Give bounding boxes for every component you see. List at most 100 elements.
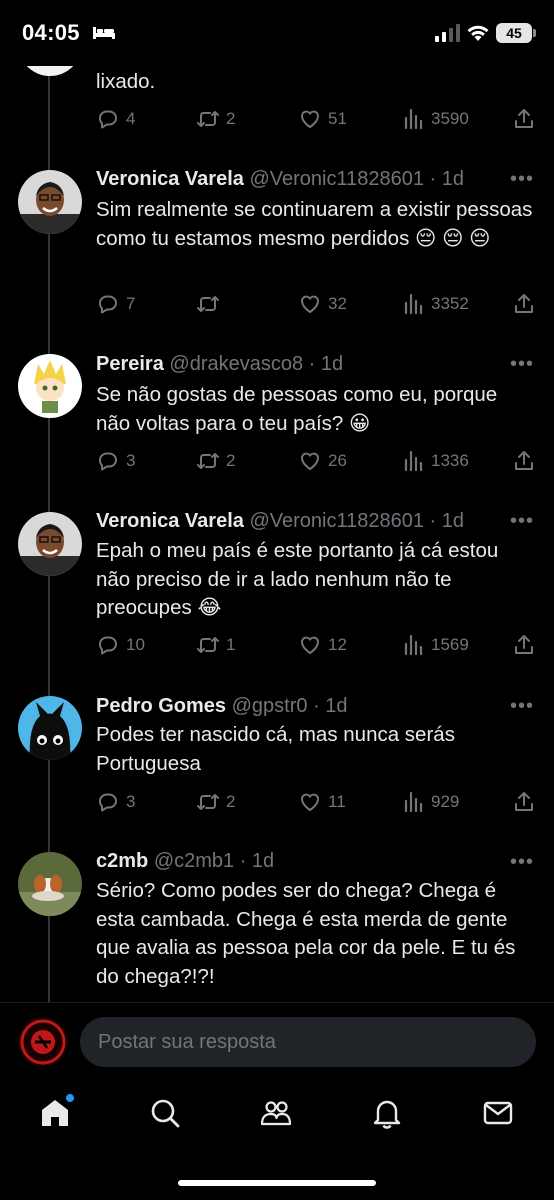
views-icon [404, 634, 423, 656]
more-options-icon[interactable]: ••• [510, 696, 536, 716]
views-icon [404, 450, 423, 472]
retweet-button[interactable]: 2 [196, 789, 235, 815]
handle[interactable]: @Veronic11828601 [249, 510, 424, 532]
share-button[interactable] [512, 632, 536, 658]
reply-button[interactable]: 3 [96, 448, 135, 474]
handle[interactable]: @c2mb1 [154, 850, 234, 872]
views-button[interactable]: 1569 [401, 632, 469, 658]
handle[interactable]: @gpstr0 [232, 695, 308, 717]
like-count: 26 [328, 451, 347, 470]
cellular-signal-icon [435, 24, 460, 42]
battery-indicator: 45 [496, 23, 536, 43]
share-icon [515, 792, 533, 811]
home-indicator[interactable] [178, 1180, 376, 1186]
more-options-icon[interactable]: ••• [510, 169, 536, 189]
reply-composer [0, 1002, 554, 1082]
views-button[interactable]: 3590 [401, 106, 469, 132]
avatar[interactable] [18, 696, 82, 760]
reply-icon [98, 636, 117, 655]
heart-icon [301, 636, 319, 654]
emoji: 😔 😔 😔 [415, 226, 491, 250]
like-button[interactable]: 51 [298, 106, 347, 132]
handle[interactable]: @drakevasco8 [169, 353, 303, 375]
reply-icon [98, 295, 117, 314]
retweet-button[interactable]: 1 [196, 632, 235, 658]
share-button[interactable] [512, 291, 536, 317]
tweet-text: Se não gostas de pessoas como eu, porque… [96, 381, 536, 438]
retweet-button[interactable]: 2 [196, 106, 235, 132]
nav-search[interactable] [148, 1096, 182, 1130]
like-button[interactable]: 32 [298, 291, 347, 317]
retweet-icon [197, 111, 219, 127]
nav-notifications[interactable] [370, 1096, 404, 1130]
notifications-icon [373, 1100, 401, 1129]
reply-icon [98, 452, 117, 471]
reply-button[interactable]: 4 [96, 106, 135, 132]
view-count: 3352 [431, 294, 469, 313]
like-count: 11 [328, 792, 346, 811]
reply-input[interactable] [80, 1017, 536, 1067]
share-button[interactable] [512, 448, 536, 474]
tweet-text: lixado. [96, 70, 156, 93]
wifi-icon [467, 25, 489, 41]
share-button[interactable] [512, 106, 536, 132]
heart-icon [301, 452, 319, 470]
tweet-header: Veronica Varela @Veronic11828601 · 1d [96, 166, 464, 192]
avatar[interactable] [18, 354, 82, 418]
like-count: 12 [328, 635, 347, 654]
more-options-icon[interactable]: ••• [510, 511, 536, 531]
more-options-icon[interactable]: ••• [510, 354, 536, 374]
retweet-icon [197, 453, 219, 469]
more-options-icon[interactable]: ••• [510, 852, 536, 872]
reply-button[interactable]: 7 [96, 291, 135, 317]
tweet-actions: 10 1 12 1569 [96, 632, 536, 658]
reply-button[interactable]: 10 [96, 632, 145, 658]
views-button[interactable]: 3352 [401, 291, 469, 317]
heart-icon [301, 110, 319, 128]
user-avatar[interactable] [18, 1017, 68, 1067]
reply-icon [98, 793, 117, 812]
like-button[interactable]: 12 [298, 632, 347, 658]
timestamp: · 1d [429, 510, 464, 532]
tweet-header: Veronica Varela @Veronic11828601 · 1d [96, 508, 464, 534]
retweet-count: 2 [226, 451, 236, 470]
reply-icon [98, 110, 117, 129]
reply-thread[interactable]: lixado. 4 2 51 3590 Veronica Varela @Ver… [0, 0, 554, 1002]
view-count: 3590 [431, 109, 469, 128]
tweet-header: c2mb @c2mb1 · 1d [96, 848, 274, 874]
retweet-count: 2 [226, 792, 236, 811]
retweet-button[interactable] [196, 291, 226, 317]
share-icon [515, 451, 533, 470]
display-name[interactable]: Pedro Gomes [96, 695, 226, 717]
sleep-focus-icon [93, 27, 115, 39]
search-icon [151, 1099, 180, 1128]
tweet-text: Epah o meu país é este portanto já cá es… [96, 537, 536, 623]
timestamp: · 1d [239, 850, 275, 872]
retweet-count: 2 [226, 109, 236, 128]
reply-count: 3 [126, 451, 136, 470]
view-count: 929 [431, 792, 460, 811]
avatar[interactable] [18, 170, 82, 234]
nav-communities[interactable] [259, 1096, 293, 1130]
handle[interactable]: @Veronic11828601 [249, 168, 424, 190]
reply-button[interactable]: 3 [96, 789, 135, 815]
display-name[interactable]: Veronica Varela [96, 510, 244, 532]
views-button[interactable]: 929 [401, 789, 459, 815]
nav-home[interactable] [38, 1094, 74, 1130]
retweet-icon [197, 296, 219, 312]
retweet-button[interactable]: 2 [196, 448, 235, 474]
views-button[interactable]: 1336 [401, 448, 469, 474]
display-name[interactable]: Pereira [96, 353, 164, 375]
like-button[interactable]: 26 [298, 448, 347, 474]
communities-icon [260, 1101, 292, 1126]
like-button[interactable]: 11 [298, 789, 346, 815]
display-name[interactable]: c2mb [96, 850, 148, 872]
tweet-header: Pereira @drakevasco8 · 1d [96, 351, 343, 377]
emoji: 😂 [197, 596, 222, 619]
share-button[interactable] [512, 789, 536, 815]
avatar[interactable] [18, 512, 82, 576]
display-name[interactable]: Veronica Varela [96, 168, 244, 190]
nav-messages[interactable] [481, 1096, 515, 1130]
retweet-icon [197, 637, 219, 653]
avatar[interactable] [18, 852, 82, 916]
